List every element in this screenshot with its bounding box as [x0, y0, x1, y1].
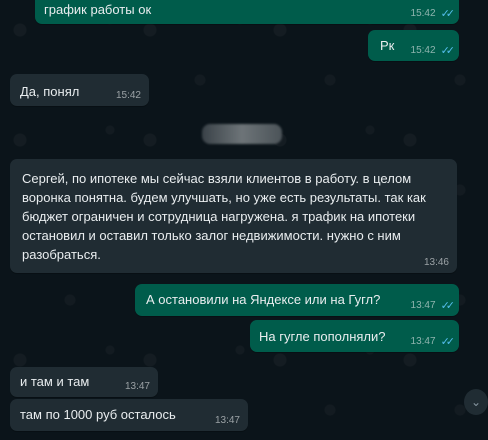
message-incoming[interactable]: Сергей, по ипотеке мы сейчас взяли клиен…: [10, 159, 457, 273]
message-outgoing[interactable]: На гугле пополняли? 13:47 ✓✓: [250, 320, 459, 352]
message-meta: 13:47 ✓✓: [410, 300, 456, 312]
message-text: Сергей, по ипотеке мы сейчас взяли клиен…: [22, 171, 430, 262]
message-time: 13:47: [214, 415, 240, 426]
message-time: 13:47: [410, 300, 436, 311]
message-outgoing[interactable]: А остановили на Яндексе или на Гугл? 13:…: [135, 284, 459, 316]
message-text: и там и там: [20, 374, 90, 389]
chat-area: график работы ок 15:42 ✓✓ Рк 15:42 ✓✓ Да…: [0, 0, 488, 440]
message-meta: 15:42 ✓✓: [410, 45, 456, 57]
read-receipt-icon: ✓✓: [440, 300, 456, 312]
message-text: там по 1000 руб осталось: [20, 407, 176, 422]
message-outgoing[interactable]: Рк 15:42 ✓✓: [368, 30, 459, 61]
message-meta: 15:42 ✓✓: [410, 8, 456, 20]
message-time: 15:42: [115, 90, 141, 101]
message-text: На гугле пополняли?: [259, 329, 386, 344]
message-time: 13:47: [410, 336, 436, 347]
read-receipt-icon: ✓✓: [440, 8, 456, 20]
scroll-to-bottom-button[interactable]: ⌄: [464, 389, 488, 415]
message-meta: 13:47 ✓✓: [410, 336, 456, 348]
message-incoming[interactable]: Да, понял 15:42: [10, 74, 149, 106]
message-text: А остановили на Яндексе или на Гугл?: [146, 292, 381, 307]
chevron-down-icon: ⌄: [470, 395, 482, 409]
message-text: Рк: [380, 38, 395, 53]
message-text: Да, понял: [20, 84, 80, 99]
read-receipt-icon: ✓✓: [440, 336, 456, 348]
message-incoming[interactable]: и там и там 13:47: [10, 367, 158, 397]
read-receipt-icon: ✓✓: [440, 45, 456, 57]
message-time: 13:46: [423, 257, 449, 268]
message-time: 13:47: [124, 381, 150, 392]
message-outgoing[interactable]: график работы ок 15:42 ✓✓: [35, 0, 459, 24]
message-meta: 13:47: [125, 381, 150, 393]
date-divider-blurred: [202, 124, 282, 144]
message-meta: 13:46: [424, 257, 449, 269]
message-time: 15:42: [410, 8, 436, 19]
message-meta: 15:42: [116, 90, 141, 102]
message-time: 15:42: [410, 45, 436, 56]
message-text: график работы ок: [44, 2, 152, 17]
message-meta: 13:47: [215, 415, 240, 427]
message-incoming[interactable]: там по 1000 руб осталось 13:47: [10, 399, 248, 431]
